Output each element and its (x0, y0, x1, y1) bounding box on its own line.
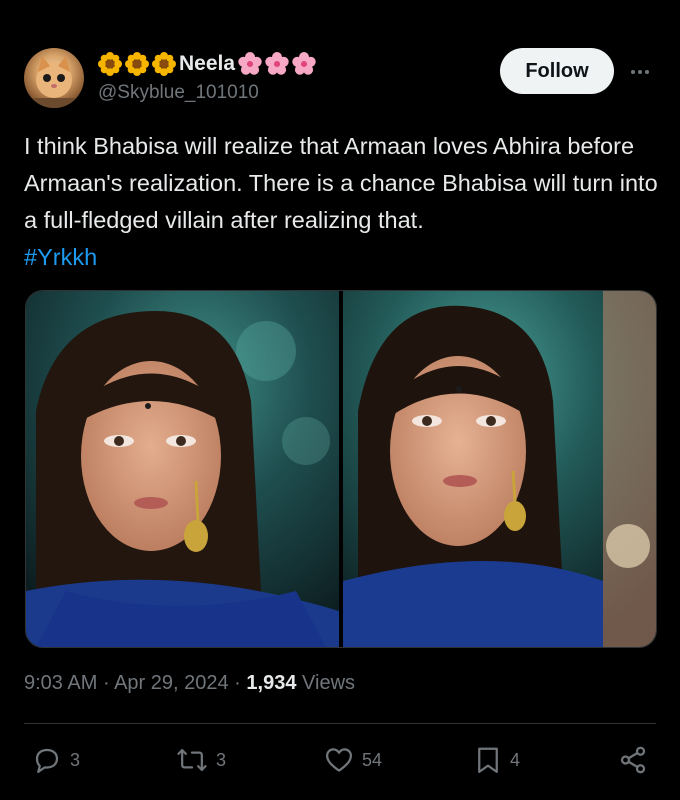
bookmark-icon (478, 747, 498, 773)
more-options-icon[interactable] (626, 58, 654, 86)
hashtag-link[interactable]: #Yrkkh (24, 244, 97, 270)
author-name[interactable]: Neela (179, 52, 235, 76)
display-name[interactable]: Neela (98, 50, 316, 78)
like-count: 54 (362, 749, 383, 770)
tweet-media[interactable] (25, 290, 657, 648)
bookmark-count: 4 (510, 749, 521, 770)
follow-button[interactable]: Follow (500, 48, 614, 94)
action-bar: 3 3 54 4 (24, 740, 656, 780)
sunflower-icon (152, 52, 176, 76)
tweet-text: I think Bhabisa will realize that Armaan… (24, 128, 660, 276)
sunflower-icon (98, 52, 122, 76)
author-handle[interactable]: @Skyblue_101010 (98, 82, 259, 104)
cherry-blossom-icon (238, 52, 262, 75)
reply-icon (35, 748, 59, 773)
reply-count: 3 (70, 749, 81, 770)
meta-separator: · (234, 672, 241, 694)
sunflower-icon (125, 52, 149, 76)
share-icon (620, 746, 646, 774)
avatar[interactable] (24, 48, 84, 108)
share-button[interactable] (618, 740, 648, 780)
cherry-blossom-icon (265, 52, 289, 75)
repost-icon (177, 749, 207, 771)
cherry-blossom-icon (292, 52, 316, 75)
heart-icon (326, 748, 352, 772)
views-count: 1,934 (246, 672, 297, 694)
media-image-left[interactable] (26, 291, 339, 647)
meta-separator: · (102, 672, 110, 694)
repost-count: 3 (216, 749, 227, 770)
tweet-body: I think Bhabisa will realize that Armaan… (24, 133, 658, 233)
repost-button[interactable]: 3 (176, 740, 226, 780)
views-label: Views (302, 672, 356, 694)
like-button[interactable]: 54 (324, 740, 382, 780)
media-image-right[interactable] (343, 291, 656, 647)
tweet-meta: 9:03 AM · Apr 29, 2024 · 1,934 Views (24, 672, 355, 695)
bookmark-button[interactable]: 4 (474, 740, 520, 780)
tweet-time[interactable]: 9:03 AM (24, 672, 97, 694)
divider (24, 723, 656, 724)
tweet-date[interactable]: Apr 29, 2024 (114, 672, 229, 694)
reply-button[interactable]: 3 (32, 740, 80, 780)
